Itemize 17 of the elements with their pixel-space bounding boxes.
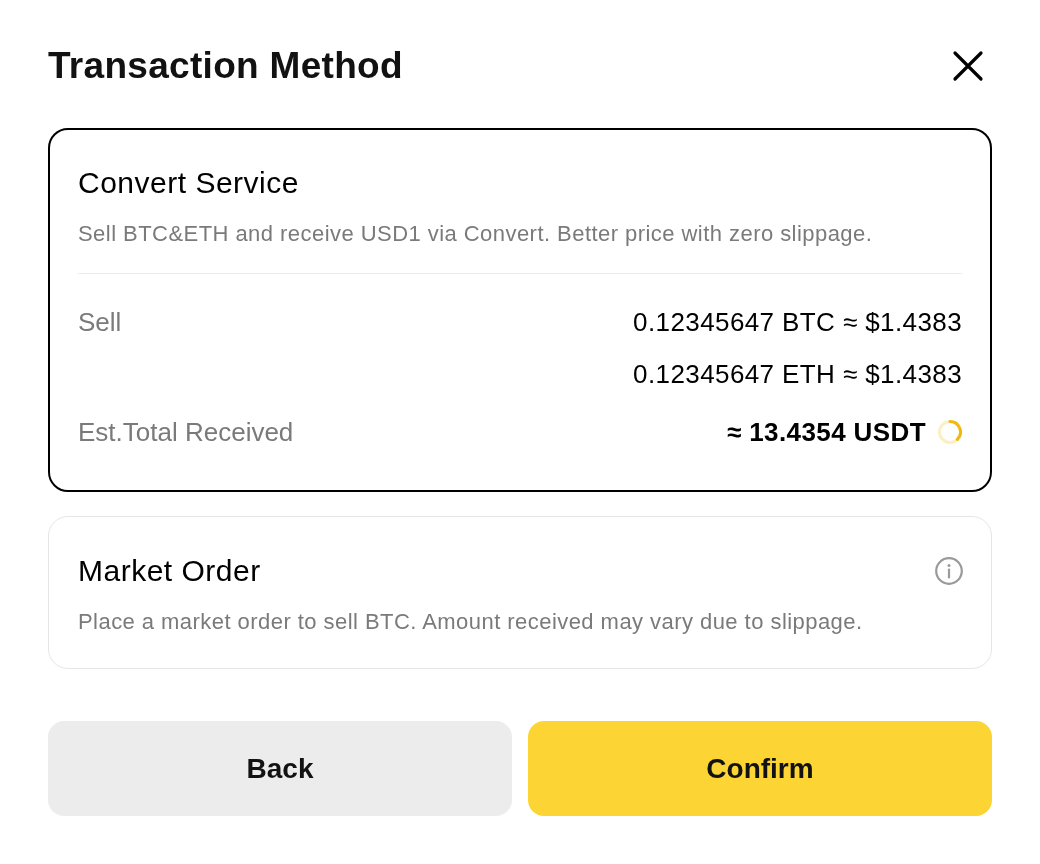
method-description: Sell BTC&ETH and receive USD1 via Convert. Better price with zero slippage. xyxy=(78,220,874,248)
row-label: Est.Total Received xyxy=(78,416,294,448)
amount-value: 0.12345647 ETH ≈ $1.4383 xyxy=(633,358,962,390)
back-button[interactable]: Back xyxy=(48,721,512,816)
close-icon xyxy=(952,50,984,82)
info-icon[interactable] xyxy=(935,557,963,585)
method-description: Place a market order to sell BTC. Amount received may vary due to slippage. xyxy=(78,608,864,636)
method-title: Market Order xyxy=(78,554,261,588)
method-card[interactable]: Convert Service Sell BTC&ETH and receive USD1 via Convert. Better price with zero slippage. Sell 0.12345647 BTC ≈ $1.4383 0.12345647 ETH ≈ $1.4383 Est.Total Received ≈ 13.4354 USDT xyxy=(48,128,992,492)
close-button[interactable] xyxy=(952,50,984,82)
method-card[interactable]: Market Order Place a market order to sell BTC. Amount received may vary due to slippage. xyxy=(48,516,992,669)
total-value: ≈ 13.4354 USDT xyxy=(726,416,926,448)
method-title: Convert Service xyxy=(78,166,299,200)
dialog-title: Transaction Method xyxy=(48,44,403,88)
row-label: Sell xyxy=(78,306,122,338)
amount-value: 0.12345647 BTC ≈ $1.4383 xyxy=(633,306,962,338)
confirm-button[interactable]: Confirm xyxy=(528,721,992,816)
